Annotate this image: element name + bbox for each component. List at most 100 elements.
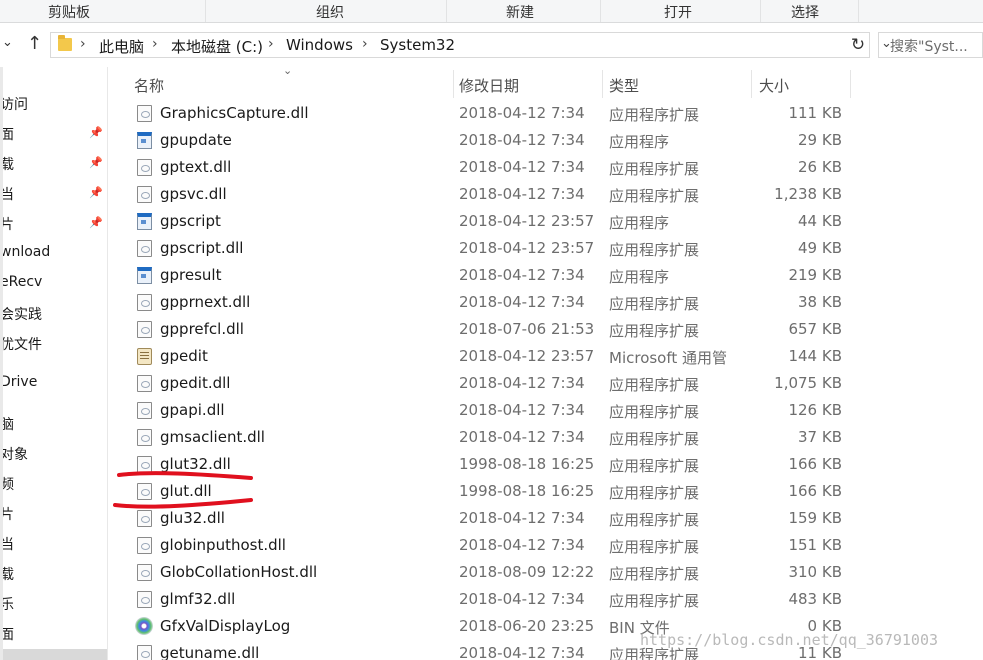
breadcrumb-local-disk[interactable]: 本地磁盘 (C:) bbox=[171, 36, 263, 57]
column-header-name[interactable]: 名称 bbox=[134, 75, 164, 96]
chevron-right-icon[interactable]: › bbox=[152, 36, 158, 52]
column-header-type[interactable]: 类型 bbox=[609, 75, 639, 96]
table-row[interactable]: gpscript.dll 2018-04-12 23:57 应用程序扩展 49 KB bbox=[108, 235, 983, 262]
breadcrumb-this-pc[interactable]: 此电脑 bbox=[99, 36, 144, 57]
file-modified-date: 2018-04-12 7:34 bbox=[459, 644, 585, 660]
table-row[interactable]: gpresult 2018-04-12 7:34 应用程序 219 KB bbox=[108, 262, 983, 289]
table-row[interactable]: gpprefcl.dll 2018-07-06 21:53 应用程序扩展 657 KB bbox=[108, 316, 983, 343]
dll-file-icon bbox=[137, 537, 152, 554]
ribbon-group-open[interactable]: 打开 bbox=[664, 2, 692, 22]
up-arrow-icon[interactable]: ↑ bbox=[27, 33, 42, 54]
file-name: gpscript.dll bbox=[160, 239, 244, 257]
refresh-icon[interactable]: ↻ bbox=[848, 32, 868, 58]
table-row[interactable]: glut32.dll 1998-08-18 16:25 应用程序扩展 166 KB bbox=[108, 451, 983, 478]
nav-item-quick-access[interactable]: 访问 bbox=[0, 94, 28, 114]
file-size: 657 KB bbox=[788, 320, 842, 338]
nav-item-files[interactable]: 优文件 bbox=[0, 334, 42, 354]
dll-file-icon bbox=[137, 645, 152, 660]
file-modified-date: 2018-04-12 7:34 bbox=[459, 266, 585, 284]
ribbon-group-clipboard[interactable]: 剪贴板 bbox=[48, 2, 90, 22]
table-row[interactable]: gpsvc.dll 2018-04-12 7:34 应用程序扩展 1,238 KB bbox=[108, 181, 983, 208]
address-bar[interactable]: › 此电脑 › 本地磁盘 (C:) › Windows › System32 ⌄ bbox=[50, 32, 892, 58]
file-type: 应用程序扩展 bbox=[609, 430, 700, 448]
table-row[interactable]: glut.dll 1998-08-18 16:25 应用程序扩展 166 KB bbox=[108, 478, 983, 505]
file-modified-date: 2018-04-12 7:34 bbox=[459, 374, 585, 392]
file-type: 应用程序扩展 bbox=[609, 565, 700, 583]
file-name: gpprefcl.dll bbox=[160, 320, 244, 338]
pin-icon: 📌 bbox=[89, 186, 103, 199]
table-row[interactable]: gpedit.dll 2018-04-12 7:34 应用程序扩展 1,075 KB bbox=[108, 370, 983, 397]
table-row[interactable]: gmsaclient.dll 2018-04-12 7:34 应用程序扩展 37 KB bbox=[108, 424, 983, 451]
file-name: gpupdate bbox=[160, 131, 232, 149]
address-row: ⌄ ↑ › 此电脑 › 本地磁盘 (C:) › Windows › System… bbox=[0, 23, 983, 67]
file-type: 应用程序扩展 bbox=[609, 295, 700, 313]
dll-file-icon bbox=[137, 159, 152, 176]
dll-file-icon bbox=[137, 564, 152, 581]
recent-locations-chevron-icon[interactable]: ⌄ bbox=[2, 35, 13, 50]
file-type: 应用程序扩展 bbox=[609, 511, 700, 529]
table-row[interactable]: globinputhost.dll 2018-04-12 7:34 应用程序扩展 15… bbox=[108, 532, 983, 559]
file-size: 483 KB bbox=[788, 590, 842, 608]
file-name: glut32.dll bbox=[160, 455, 231, 473]
file-modified-date: 2018-07-06 21:53 bbox=[459, 320, 595, 338]
ribbon-group-new[interactable]: 新建 bbox=[506, 2, 534, 22]
nav-item-filerecv[interactable]: eRecv bbox=[0, 274, 42, 290]
chevron-right-icon[interactable]: › bbox=[80, 36, 86, 52]
table-row[interactable]: glu32.dll 2018-04-12 7:34 应用程序扩展 159 KB bbox=[108, 505, 983, 532]
column-divider[interactable] bbox=[602, 70, 603, 98]
dll-file-icon bbox=[137, 510, 152, 527]
column-divider[interactable] bbox=[453, 70, 454, 98]
table-row[interactable]: gpapi.dll 2018-04-12 7:34 应用程序扩展 126 KB bbox=[108, 397, 983, 424]
file-modified-date: 2018-04-12 23:57 bbox=[459, 212, 595, 230]
table-row[interactable]: glmf32.dll 2018-04-12 7:34 应用程序扩展 483 KB bbox=[108, 586, 983, 613]
file-name: glmf32.dll bbox=[160, 590, 236, 608]
table-row[interactable]: gptext.dll 2018-04-12 7:34 应用程序扩展 26 KB bbox=[108, 154, 983, 181]
table-row[interactable]: gpscript 2018-04-12 23:57 应用程序 44 KB bbox=[108, 208, 983, 235]
table-row[interactable]: gpprnext.dll 2018-04-12 7:34 应用程序扩展 38 KB bbox=[108, 289, 983, 316]
file-modified-date: 2018-04-12 23:57 bbox=[459, 347, 595, 365]
breadcrumb-windows[interactable]: Windows bbox=[286, 36, 353, 54]
file-modified-date: 2018-04-12 7:34 bbox=[459, 131, 585, 149]
ribbon-bar: 剪贴板 组织 新建 打开 选择 bbox=[0, 0, 983, 23]
column-divider[interactable] bbox=[751, 70, 752, 98]
nav-item-3d-objects[interactable]: 对象 bbox=[0, 444, 28, 464]
file-name: GlobCollationHost.dll bbox=[160, 563, 318, 581]
file-size: 1,075 KB bbox=[774, 374, 842, 392]
dll-file-icon bbox=[137, 240, 152, 257]
table-row[interactable]: GlobCollationHost.dll 2018-08-09 12:22 应用程… bbox=[108, 559, 983, 586]
table-row[interactable]: gpedit 2018-04-12 23:57 Microsoft 通用管 144 K… bbox=[108, 343, 983, 370]
column-divider[interactable] bbox=[850, 70, 851, 98]
file-size: 111 KB bbox=[788, 104, 842, 122]
dll-file-icon bbox=[137, 294, 152, 311]
file-list: ⌄ 名称 修改日期 类型 大小 GraphicsCapture.dll 2018-… bbox=[108, 67, 983, 660]
file-size: 126 KB bbox=[788, 401, 842, 419]
file-name: gpedit bbox=[160, 347, 208, 365]
ribbon-group-select[interactable]: 选择 bbox=[791, 2, 819, 22]
column-header-date[interactable]: 修改日期 bbox=[459, 75, 519, 96]
nav-item-practice[interactable]: 会实践 bbox=[0, 304, 42, 324]
breadcrumb-system32[interactable]: System32 bbox=[380, 36, 455, 54]
file-name: gptext.dll bbox=[160, 158, 232, 176]
sort-chevron-down-icon: ⌄ bbox=[283, 67, 293, 77]
ribbon-group-organize[interactable]: 组织 bbox=[316, 2, 344, 22]
application-icon bbox=[137, 213, 152, 230]
table-row[interactable]: gpupdate 2018-04-12 7:34 应用程序 29 KB bbox=[108, 127, 983, 154]
chevron-right-icon[interactable]: › bbox=[268, 36, 274, 52]
column-header-size[interactable]: 大小 bbox=[759, 75, 789, 96]
file-modified-date: 2018-04-12 23:57 bbox=[459, 239, 595, 257]
ribbon-separator bbox=[760, 0, 761, 22]
file-size: 144 KB bbox=[788, 347, 842, 365]
nav-selected-item-highlight[interactable] bbox=[0, 649, 107, 660]
application-icon bbox=[137, 132, 152, 149]
dll-file-icon bbox=[137, 429, 152, 446]
chevron-right-icon[interactable]: › bbox=[362, 36, 368, 52]
nav-item-download-folder[interactable]: wnload bbox=[0, 244, 50, 260]
pin-icon: 📌 bbox=[89, 156, 103, 169]
search-input[interactable]: 搜索"Syst... bbox=[878, 32, 983, 58]
file-type: 应用程序扩展 bbox=[609, 106, 700, 124]
table-row[interactable]: GraphicsCapture.dll 2018-04-12 7:34 应用程序扩展… bbox=[108, 100, 983, 127]
file-type: 应用程序扩展 bbox=[609, 376, 700, 394]
nav-item-onedrive[interactable]: Drive bbox=[0, 374, 37, 390]
application-icon bbox=[137, 267, 152, 284]
file-name: glu32.dll bbox=[160, 509, 225, 527]
